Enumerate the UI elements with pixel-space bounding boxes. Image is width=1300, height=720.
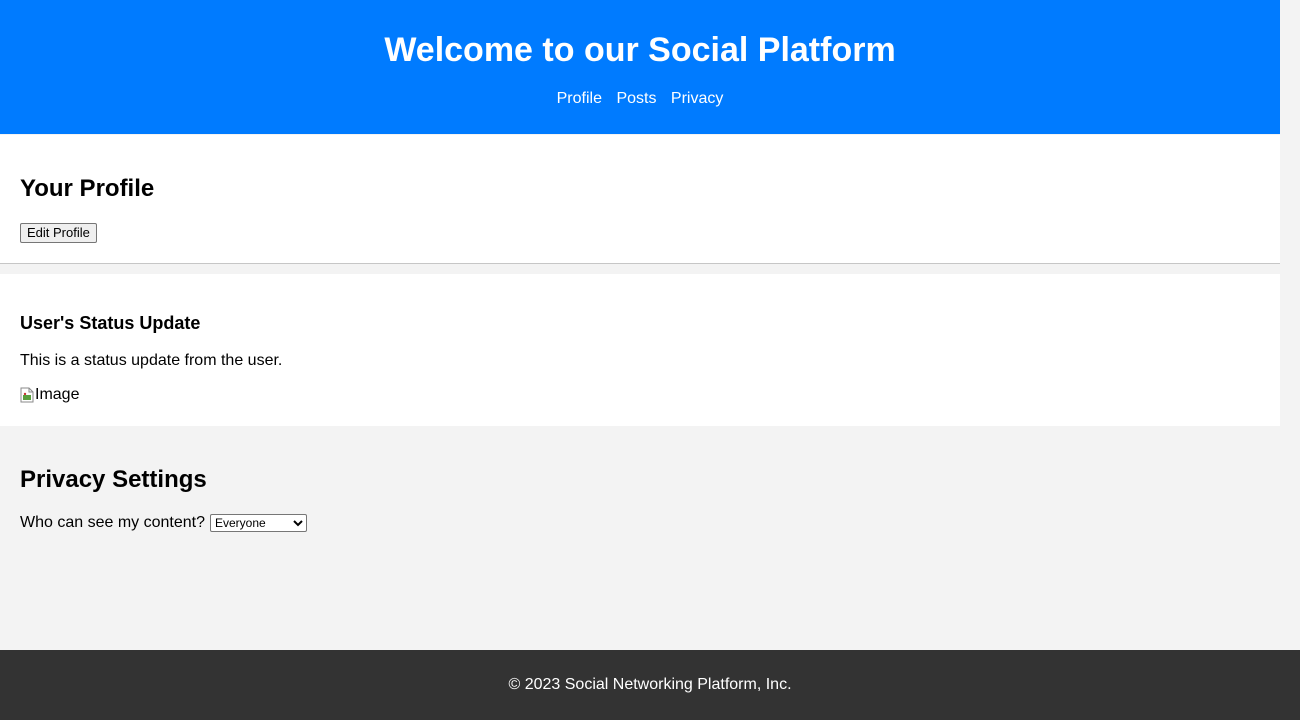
profile-heading: Your Profile (20, 175, 155, 202)
post-title: User's Status Update (20, 313, 201, 333)
nav-link-profile[interactable]: Profile (557, 90, 602, 108)
post-image: Image (20, 385, 1260, 405)
status-post: User's Status Update This is a status up… (0, 274, 1280, 426)
profile-section: Your Profile Edit Profile (0, 135, 1280, 264)
site-header: Welcome to our Social Platform Profile P… (0, 0, 1280, 134)
nav-link-posts[interactable]: Posts (616, 90, 656, 108)
broken-image-icon (20, 387, 34, 403)
image-alt-text: Image (35, 386, 80, 403)
nav-link-privacy[interactable]: Privacy (671, 90, 723, 108)
main-nav: Profile Posts Privacy (0, 90, 1280, 108)
site-footer: © 2023 Social Networking Platform, Inc. (0, 650, 1300, 720)
site-title: Welcome to our Social Platform (384, 31, 896, 69)
privacy-select[interactable]: Everyone (209, 514, 307, 532)
privacy-row: Who can see my content? Everyone (20, 513, 1260, 533)
footer-text: © 2023 Social Networking Platform, Inc. (508, 676, 792, 693)
privacy-section: Privacy Settings Who can see my content?… (0, 426, 1280, 533)
post-body: This is a status update from the user. (20, 352, 283, 369)
page-scrollbar[interactable] (1280, 0, 1300, 650)
page: Welcome to our Social Platform Profile P… (0, 0, 1280, 533)
privacy-heading: Privacy Settings (20, 466, 207, 493)
edit-profile-button[interactable]: Edit Profile (20, 223, 97, 243)
privacy-label: Who can see my content? (20, 514, 205, 531)
